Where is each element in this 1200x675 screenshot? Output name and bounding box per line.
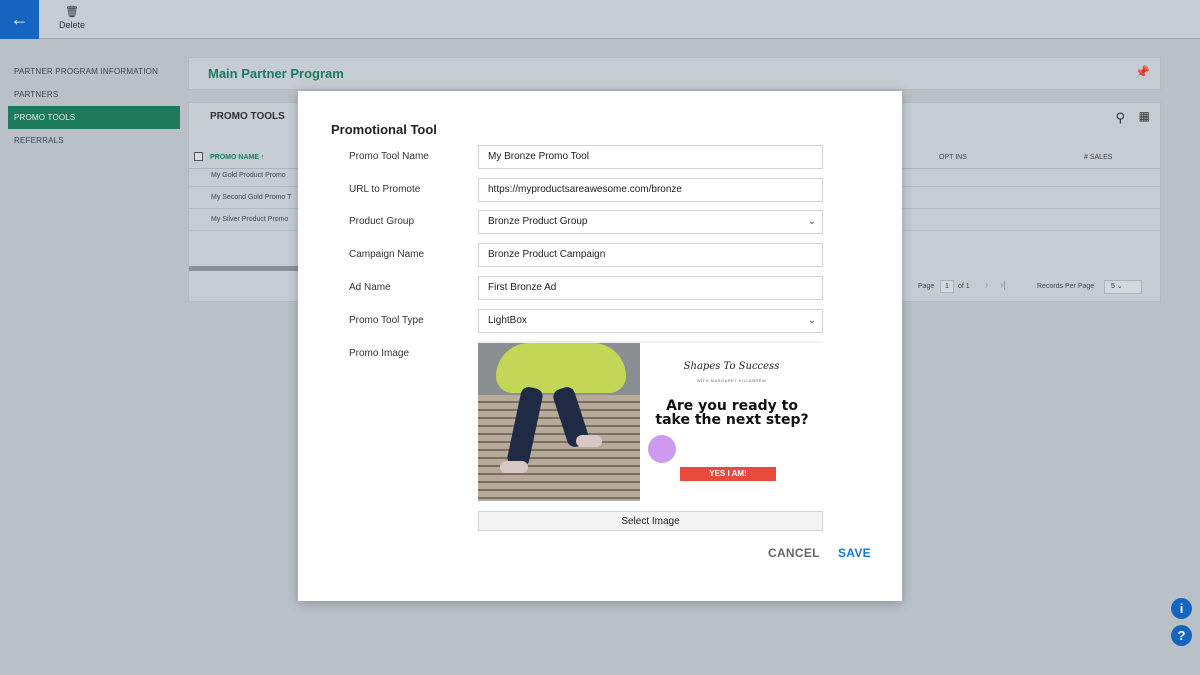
promo-headline: Are you ready to take the next step? (655, 398, 809, 428)
top-toolbar: ← 🗑 Delete (0, 0, 1200, 39)
delete-button[interactable]: 🗑 Delete (54, 6, 90, 30)
help-icon[interactable]: ? (1171, 625, 1192, 646)
row-name: My Gold Product Promo (211, 172, 286, 179)
column-header-opt-ins[interactable]: OPT INS (939, 154, 967, 161)
product-group-select[interactable]: Bronze Product Group ⌄ (478, 210, 823, 234)
save-button[interactable]: SAVE (838, 546, 871, 560)
field-row-ad-name: Ad Name First Bronze Ad (298, 276, 902, 300)
promotional-tool-dialog: Promotional Tool Promo Tool Name My Bron… (298, 91, 902, 601)
info-icon[interactable]: i (1171, 598, 1192, 619)
promo-image-label: Promo Image (349, 348, 410, 359)
sidebar-item-referrals[interactable]: REFERRALS (8, 129, 180, 152)
columns-icon[interactable]: ▦ (1139, 109, 1150, 123)
column-header-sales[interactable]: # SALES (1084, 154, 1112, 161)
records-per-page-label: Records Per Page (1037, 283, 1095, 290)
promo-tool-name-label: Promo Tool Name (349, 151, 429, 162)
photo-jacket (496, 343, 626, 393)
sidebar-item-partners[interactable]: PARTNERS (8, 83, 180, 106)
records-per-page-select[interactable]: 5 ⌄ (1104, 280, 1142, 294)
sidebar-item-partner-program-information[interactable]: PARTNER PROGRAM INFORMATION (8, 60, 180, 83)
page-title: Main Partner Program (208, 66, 344, 81)
promo-tool-type-select[interactable]: LightBox ⌄ (478, 309, 823, 333)
photo-shoe (576, 435, 602, 447)
campaign-name-input[interactable]: Bronze Product Campaign (478, 243, 823, 267)
field-row-promo-tool-name: Promo Tool Name My Bronze Promo Tool (298, 145, 902, 169)
select-all-checkbox[interactable] (194, 152, 203, 161)
row-name: My Silver Product Promo (211, 216, 289, 223)
chevron-down-icon: ⌄ (807, 315, 816, 326)
promo-logo: Shapes To Success (683, 361, 780, 372)
product-group-label: Product Group (349, 216, 415, 227)
field-row-promo-tool-type: Promo Tool Type LightBox ⌄ (298, 309, 902, 333)
promo-tool-name-input[interactable]: My Bronze Promo Tool (478, 145, 823, 169)
sidebar: PARTNER PROGRAM INFORMATION PARTNERS PRO… (8, 60, 180, 152)
grid-title: PROMO TOOLS (210, 111, 285, 122)
page-label: Page (918, 283, 935, 290)
promo-tool-type-label: Promo Tool Type (349, 315, 424, 326)
trash-icon: 🗑 (65, 6, 79, 18)
chevron-down-icon: ⌄ (807, 216, 816, 227)
delete-label: Delete (58, 20, 85, 30)
url-label: URL to Promote (349, 184, 421, 195)
field-row-campaign-name: Campaign Name Bronze Product Campaign (298, 243, 902, 267)
search-icon[interactable]: ⚲ (1115, 110, 1125, 126)
runner-photo (478, 343, 640, 501)
promo-tool-type-value: LightBox (488, 315, 527, 326)
promo-text-panel: Shapes To Success WITH MARGARET KILLABRE… (640, 343, 823, 501)
cursor-highlight (648, 435, 676, 463)
back-button[interactable]: ← (0, 0, 39, 39)
row-name: My Second Gold Promo T (211, 194, 292, 201)
field-row-product-group: Product Group Bronze Product Group ⌄ (298, 210, 902, 234)
promo-cta: YES I AM! (680, 467, 776, 481)
product-group-value: Bronze Product Group (488, 216, 588, 227)
ad-name-label: Ad Name (349, 282, 391, 293)
promo-logo-subtitle: WITH MARGARET KILLABREW (696, 378, 767, 383)
photo-shoe (500, 461, 528, 473)
arrow-left-icon: ← (10, 9, 29, 29)
page-number-input[interactable]: 1 (940, 280, 954, 293)
select-image-button[interactable]: Select Image (478, 511, 823, 531)
url-input[interactable]: https://myproductsareawesome.com/bronze (478, 178, 823, 202)
cancel-button[interactable]: CANCEL (768, 546, 820, 560)
dialog-title: Promotional Tool (331, 122, 437, 137)
next-page-icon[interactable]: › (985, 280, 988, 291)
promo-image-preview: Shapes To Success WITH MARGARET KILLABRE… (478, 341, 823, 501)
campaign-name-label: Campaign Name (349, 249, 425, 260)
horizontal-scrollbar[interactable] (189, 266, 299, 271)
ad-name-input[interactable]: First Bronze Ad (478, 276, 823, 300)
sidebar-item-promo-tools[interactable]: PROMO TOOLS (8, 106, 180, 129)
page-of-label: of 1 (958, 283, 970, 290)
records-value: 5 (1111, 283, 1115, 290)
program-header: Main Partner Program 📌 (188, 57, 1161, 90)
column-header-promo-name[interactable]: PROMO NAME ↑ (210, 154, 264, 161)
pin-icon[interactable]: 📌 (1135, 65, 1150, 79)
last-page-icon[interactable]: ›| (1000, 280, 1006, 291)
field-row-url: URL to Promote https://myproductsareawes… (298, 178, 902, 202)
